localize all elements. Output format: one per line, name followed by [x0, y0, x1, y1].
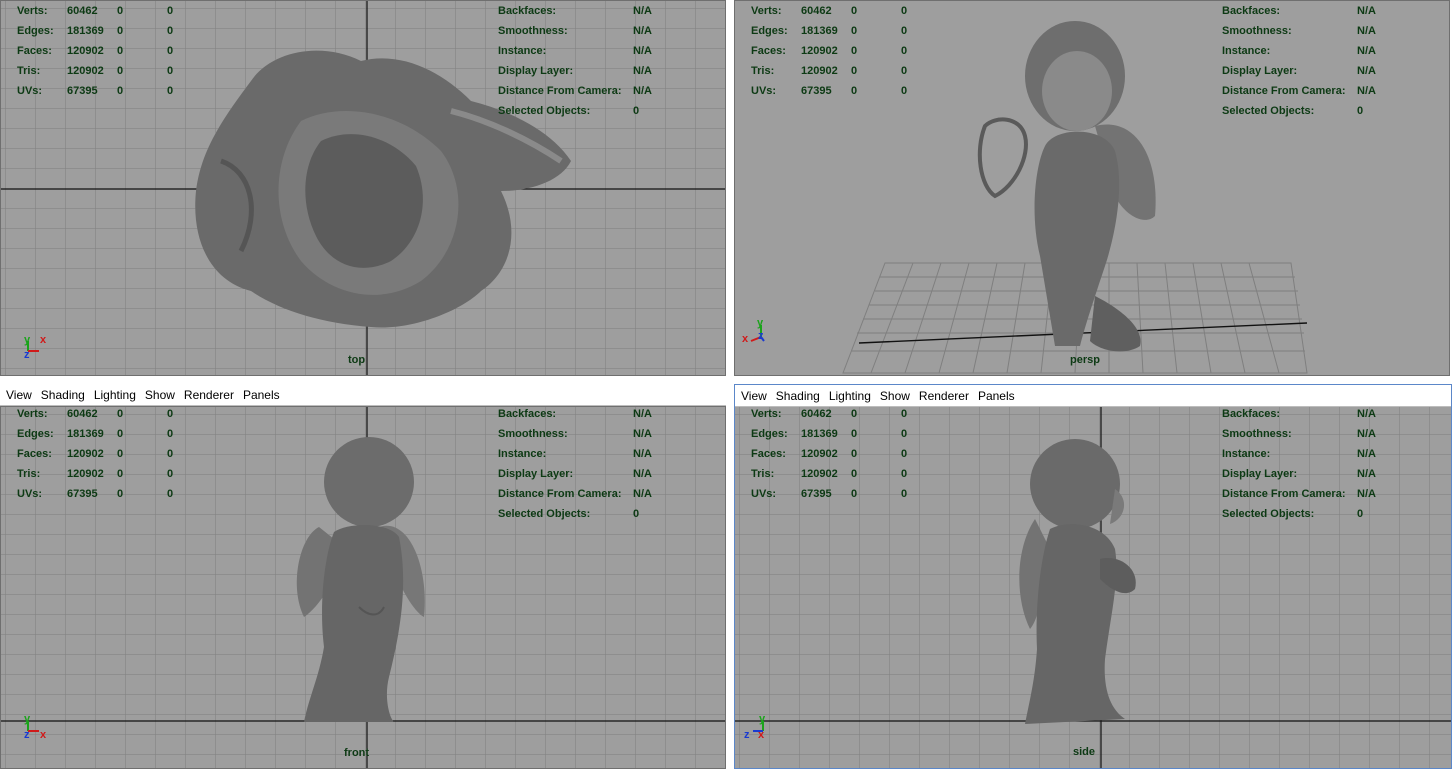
menu-view[interactable]: View [741, 389, 767, 403]
menu-show[interactable]: Show [880, 389, 910, 403]
camera-label-top: top [348, 354, 366, 366]
menu-renderer[interactable]: Renderer [919, 389, 969, 403]
menu-shading[interactable]: Shading [41, 388, 85, 402]
menu-lighting[interactable]: Lighting [829, 389, 871, 403]
viewport-top[interactable]: Verts: 60462 0 0 Edges: 181369 0 0 Faces: 12090… [0, 0, 726, 376]
pane-side: View Shading Lighting Show Renderer Pane… [734, 384, 1452, 769]
menu-panels[interactable]: Panels [978, 389, 1015, 403]
menubar-front: View Shading Lighting Show Renderer Pane… [0, 384, 726, 406]
menu-view[interactable]: View [6, 388, 32, 402]
pane-top: Verts: 60462 0 0 Edges: 181369 0 0 Faces: 12090… [0, 0, 726, 378]
menu-lighting[interactable]: Lighting [94, 388, 136, 402]
menubar-side: View Shading Lighting Show Renderer Pane… [735, 385, 1451, 407]
axis-indicator-front: y z x [24, 713, 47, 741]
viewport-persp[interactable]: Verts: 60462 0 0 Edges: 181369 0 0 Faces: 12090… [734, 0, 1450, 376]
viewport-side[interactable]: Verts: 60462 0 0 Edges: 181369 0 0 Faces: 12090… [735, 407, 1451, 768]
cherub-model-side [1019, 439, 1136, 724]
menu-show[interactable]: Show [145, 388, 175, 402]
pane-persp: Verts: 60462 0 0 Edges: 181369 0 0 Faces: 12090… [734, 0, 1452, 378]
menu-shading[interactable]: Shading [776, 389, 820, 403]
camera-label-side: side [1073, 746, 1096, 758]
viewport-front[interactable]: Verts: 60462 0 0 Edges: 181369 0 0 Faces: 12090… [0, 406, 726, 769]
cherub-model-front [296, 437, 425, 722]
menu-renderer[interactable]: Renderer [184, 388, 234, 402]
axis-indicator-top: y x z [24, 334, 47, 361]
camera-label-front: front [344, 747, 370, 759]
axis-indicator-persp: y x z [742, 317, 765, 345]
pane-front: View Shading Lighting Show Renderer Pane… [0, 384, 726, 769]
cherub-model-persp [977, 21, 1156, 352]
axis-indicator-side: y z x [744, 713, 766, 741]
camera-label-persp: persp [1070, 354, 1100, 366]
menu-panels[interactable]: Panels [243, 388, 280, 402]
maya-four-view-layout: Verts: 60462 0 0 Edges: 181369 0 0 Faces: 12090… [0, 0, 1452, 769]
